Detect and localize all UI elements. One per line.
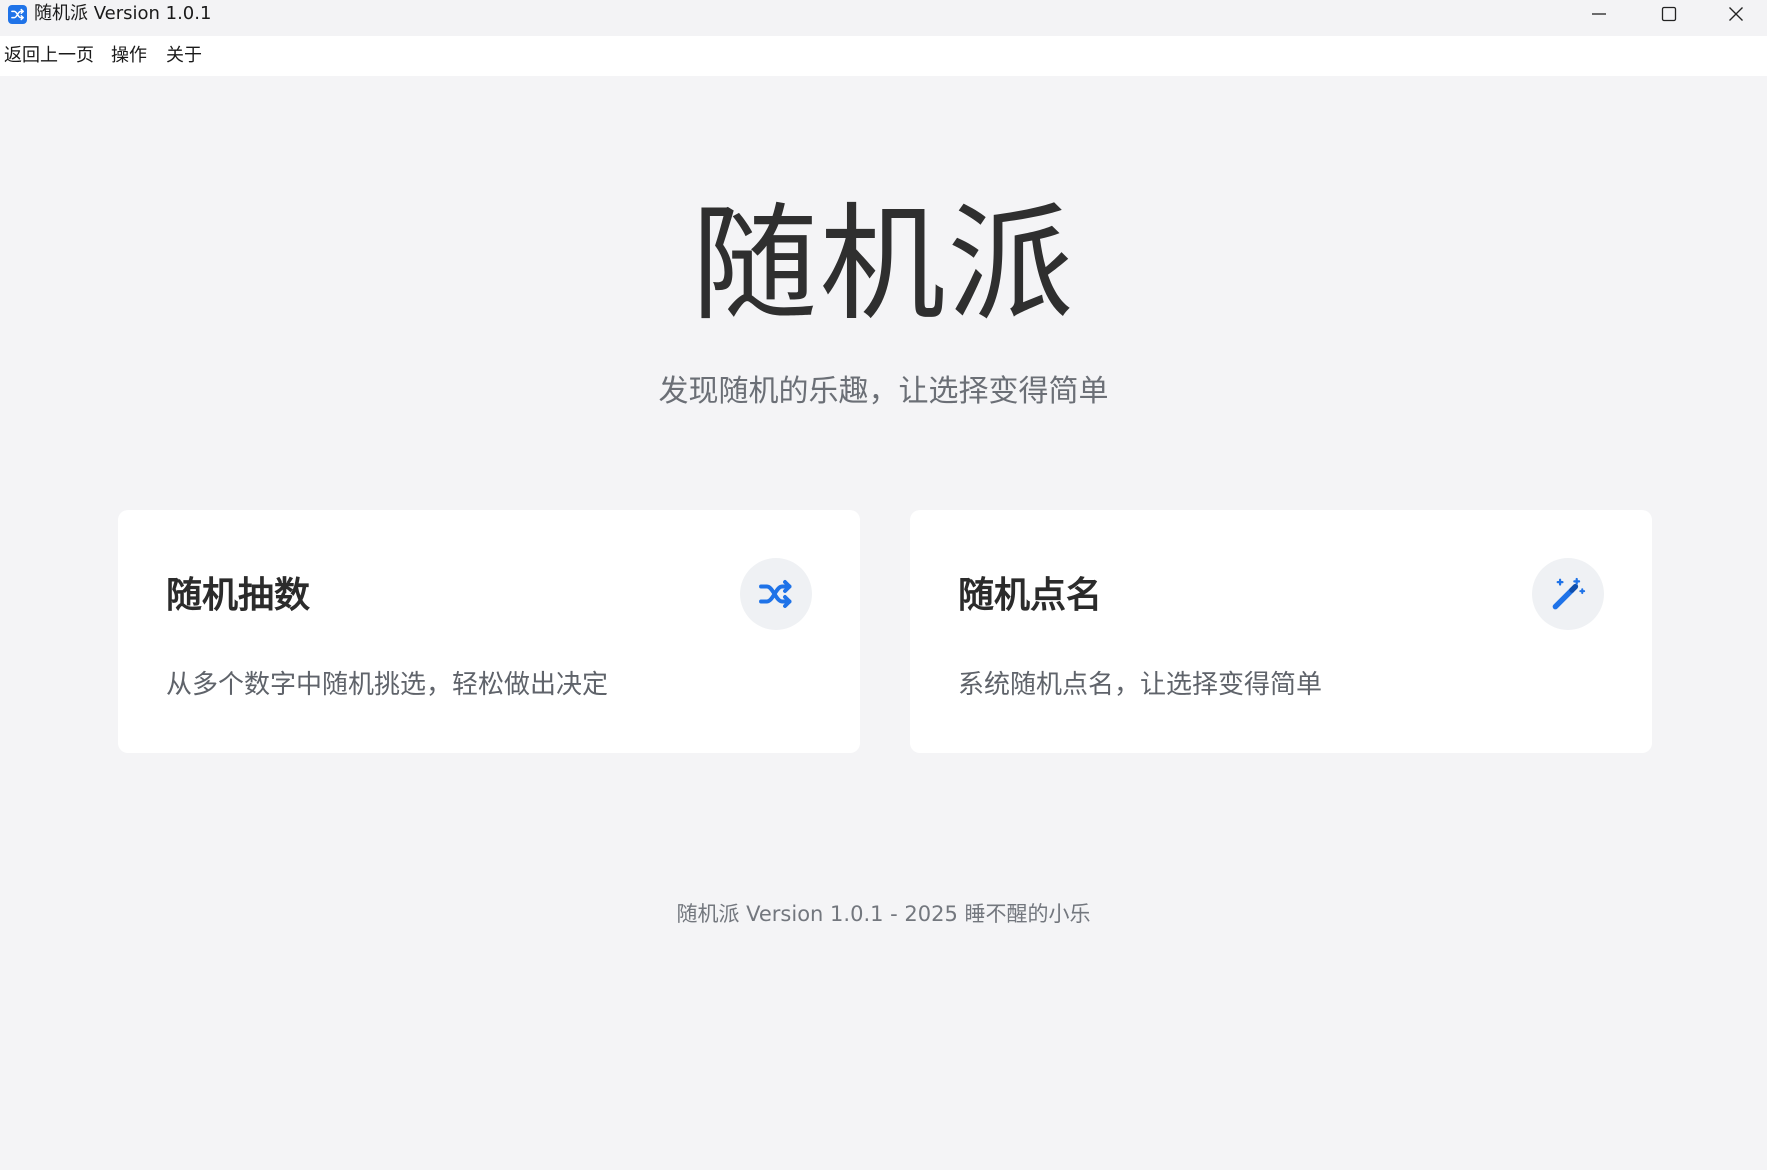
hero-subtitle: 发现随机的乐趣，让选择变得简单 [658,374,1109,409]
title-bar: 随机派 Version 1.0.1 [0,0,1767,36]
minimize-icon [1592,13,1606,15]
magic-wand-icon [1552,577,1586,610]
menu-about[interactable]: 关于 [166,45,202,67]
card-title: 随机抽数 [166,575,311,616]
minimize-button[interactable] [1564,0,1634,28]
card-icon-badge [740,558,812,630]
menu-back[interactable]: 返回上一页 [4,45,94,67]
card-description: 从多个数字中随机挑选，轻松做出决定 [166,670,609,700]
close-icon [1728,7,1743,21]
footer-text: 随机派 Version 1.0.1 - 2025 睡不醒的小乐 [676,902,1091,926]
maximize-icon [1661,6,1677,22]
maximize-button[interactable] [1634,0,1704,28]
card-description: 系统随机点名，让选择变得简单 [958,670,1323,700]
card-icon-badge [1532,558,1604,630]
card-title: 随机点名 [958,575,1103,616]
menu-bar: 返回上一页 操作 关于 [0,36,1767,76]
shuffle-icon [8,5,27,24]
close-button[interactable] [1704,0,1767,28]
random-number-card[interactable]: 随机抽数 从多个数字中随机挑选，轻松做出决定 [118,510,860,753]
menu-operations[interactable]: 操作 [111,45,147,67]
hero-title: 随机派 [691,191,1076,338]
shuffle-icon [759,580,792,608]
random-rollcall-card[interactable]: 随机点名 系统随机点名，让选择变得简单 [910,510,1652,753]
window-title: 随机派 Version 1.0.1 [34,3,212,24]
